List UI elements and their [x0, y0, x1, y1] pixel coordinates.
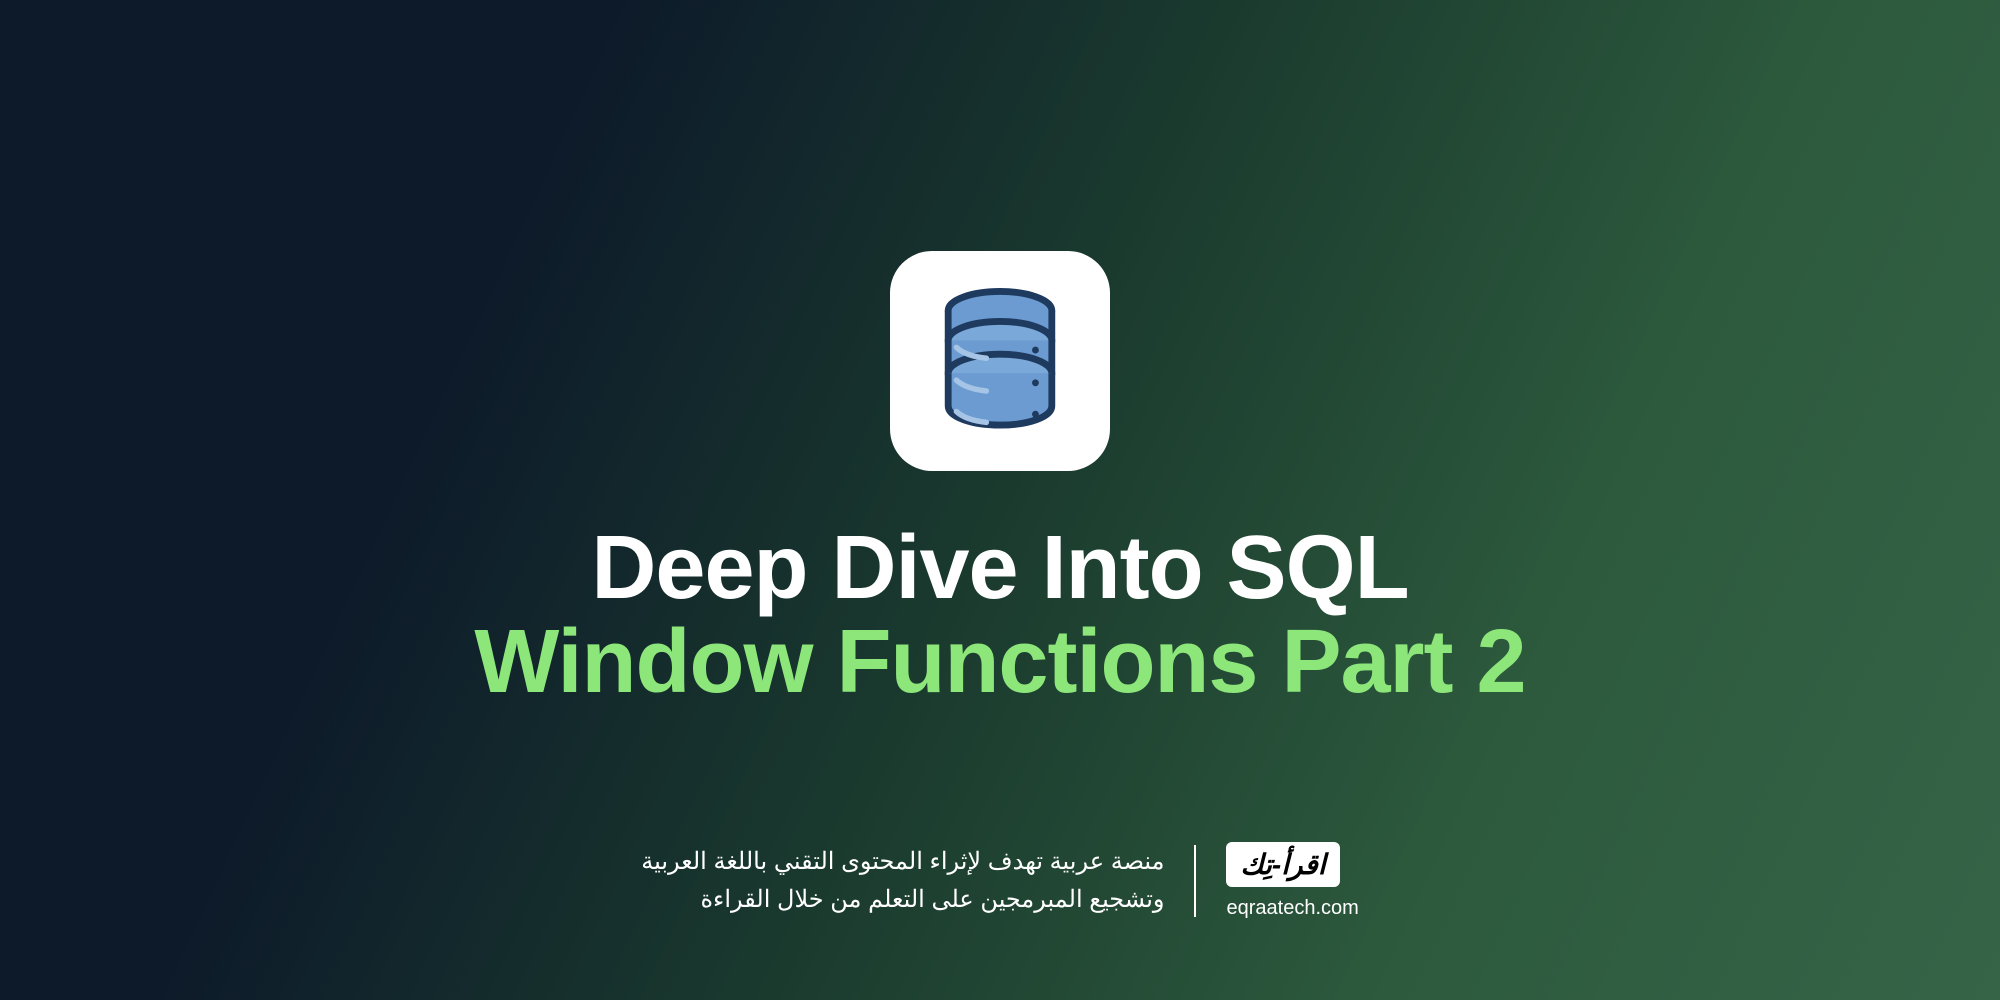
- brand-block: اقرأ-تِك eqraatech.com: [1226, 842, 1358, 920]
- title-line-2: Window Functions Part 2: [474, 615, 1525, 710]
- title-line-1: Deep Dive Into SQL: [591, 521, 1408, 616]
- brand-url: eqraatech.com: [1226, 897, 1358, 920]
- divider: [1194, 845, 1196, 917]
- database-icon: [925, 286, 1075, 436]
- description-line-1: منصة عربية تهدف لإثراء المحتوى التقني با…: [641, 843, 1164, 881]
- footer: منصة عربية تهدف لإثراء المحتوى التقني با…: [0, 842, 2000, 920]
- description-line-2: وتشجيع المبرمجين على التعلم من خلال القر…: [641, 881, 1164, 919]
- description: منصة عربية تهدف لإثراء المحتوى التقني با…: [641, 843, 1164, 920]
- brand-logo-badge: اقرأ-تِك: [1226, 842, 1339, 887]
- icon-container: [890, 251, 1110, 471]
- slide-container: Deep Dive Into SQL Window Functions Part…: [0, 0, 2000, 1000]
